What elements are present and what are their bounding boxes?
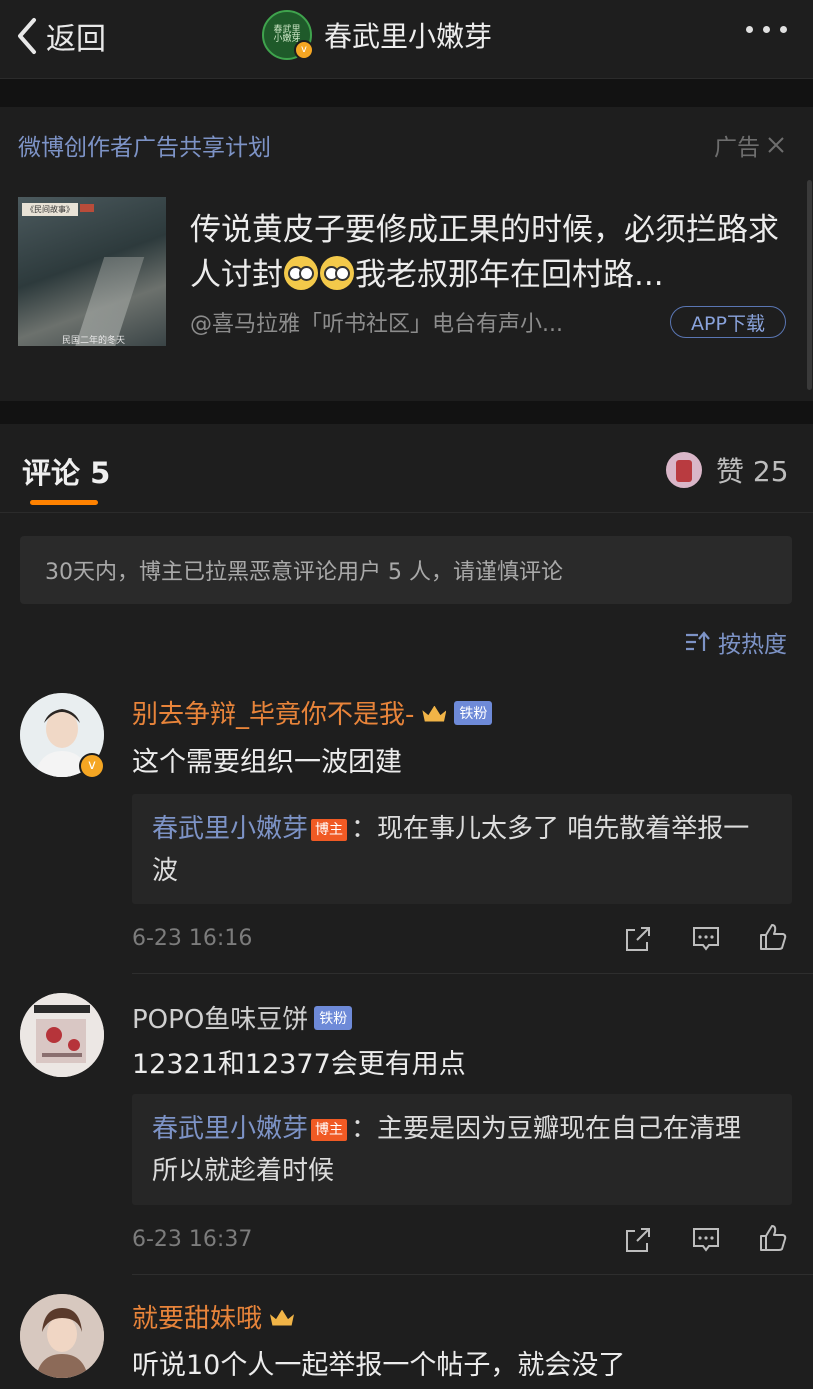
fan-badge: 铁粉 <box>454 700 493 725</box>
back-button[interactable]: 返回 <box>14 12 106 60</box>
comment-icon[interactable] <box>691 924 721 954</box>
tab-comments[interactable]: 评论 5 <box>22 450 110 492</box>
comment-time: 6-23 16:37 <box>132 1227 253 1252</box>
username: 就要甜妹哦 <box>132 1304 263 1334</box>
crown-icon <box>420 702 448 724</box>
blacklist-notice: 30天内，博主已拉黑恶意评论用户 5 人，请谨慎评论 <box>20 536 792 604</box>
comment-text: 这个需要组织一波团建 <box>132 747 402 778</box>
page-title: 春武里小嫩芽 <box>324 20 493 53</box>
sort-button[interactable]: 按热度 <box>684 625 787 659</box>
glasses-emoji-icon <box>320 256 354 290</box>
back-label: 返回 <box>46 22 106 57</box>
comment-divider <box>132 1274 813 1275</box>
comment-username[interactable]: 别去争辩_毕竟你不是我- 铁粉 <box>132 694 493 731</box>
like-icon[interactable] <box>758 922 788 952</box>
ad-tag[interactable]: 广告 <box>714 128 786 162</box>
ad-program-label[interactable]: 微博创作者广告共享计划 <box>18 128 271 162</box>
comment-time: 6-23 16:16 <box>132 926 253 951</box>
blogger-badge: 博主 <box>311 1119 348 1141</box>
app-download-button[interactable]: APP下载 <box>670 306 786 338</box>
header-title-group[interactable]: 春武里 小嫩芽 v 春武里小嫩芽 <box>262 10 492 60</box>
share-icon[interactable] <box>623 1225 653 1255</box>
sort-icon <box>686 631 710 651</box>
comment-username[interactable]: 就要甜妹哦 <box>132 1298 296 1335</box>
blogger-avatar[interactable]: 春武里 小嫩芽 v <box>262 10 314 60</box>
ad-thumbnail[interactable]: 《民间故事》 民国二年的冬天 <box>18 197 166 346</box>
commenter-avatar[interactable] <box>20 1294 104 1378</box>
blogger-badge: 博主 <box>311 819 348 841</box>
ad-tag-label: 广告 <box>714 135 760 161</box>
section-divider <box>0 401 813 424</box>
comment-username[interactable]: POPO鱼味豆饼 铁粉 <box>132 999 353 1036</box>
liker-avatar[interactable] <box>664 450 704 490</box>
like-icon[interactable] <box>758 1223 788 1253</box>
crown-icon <box>268 1306 296 1328</box>
reply-box[interactable]: 春武里小嫩芽 博主 ：主要是因为豆瓣现在自己在清理 所以就趁着时候 <box>132 1094 792 1205</box>
tab-active-indicator <box>30 500 98 505</box>
reply-author[interactable]: 春武里小嫩芽 <box>152 1114 308 1144</box>
reply-box[interactable]: 春武里小嫩芽 博主 ：现在事儿太多了 咱先散着举报一波 <box>132 794 792 904</box>
reply-author[interactable]: 春武里小嫩芽 <box>152 814 308 844</box>
chevron-left-icon <box>18 18 36 54</box>
avatar-text: 春武里 小嫩芽 <box>273 25 301 44</box>
thumb-label: 《民间故事》 <box>22 203 78 216</box>
verified-icon: v <box>294 40 314 60</box>
section-divider <box>0 79 813 107</box>
fan-badge: 铁粉 <box>314 1005 353 1030</box>
scrollbar[interactable] <box>807 180 812 390</box>
more-options-icon[interactable] <box>746 26 787 33</box>
verified-icon: v <box>79 753 105 779</box>
tab-likes[interactable]: 赞 25 <box>716 450 789 490</box>
comment-divider <box>132 973 813 974</box>
thumb-caption: 民国二年的冬天 <box>62 336 126 346</box>
ad-source[interactable]: @喜马拉雅「听书社区」电台有声小... <box>190 306 563 338</box>
username: POPO鱼味豆饼 <box>132 1005 309 1035</box>
comment-text: 12321和12377会更有用点 <box>132 1049 466 1080</box>
comment-icon[interactable] <box>691 1225 721 1255</box>
ad-title[interactable]: 传说黄皮子要修成正果的时候，必须拦路求人讨封 我老叔那年在回村路... <box>190 208 795 298</box>
ad-title-text-2: 我老叔那年在回村路... <box>355 257 664 293</box>
glasses-emoji-icon <box>284 256 318 290</box>
share-icon[interactable] <box>623 924 653 954</box>
sort-label: 按热度 <box>718 632 787 658</box>
commenter-avatar[interactable] <box>20 993 104 1077</box>
username: 别去争辩_毕竟你不是我- <box>132 700 415 730</box>
close-icon[interactable] <box>766 135 786 155</box>
comment-text: 听说10个人一起举报一个帖子，就会没了 <box>132 1350 626 1381</box>
